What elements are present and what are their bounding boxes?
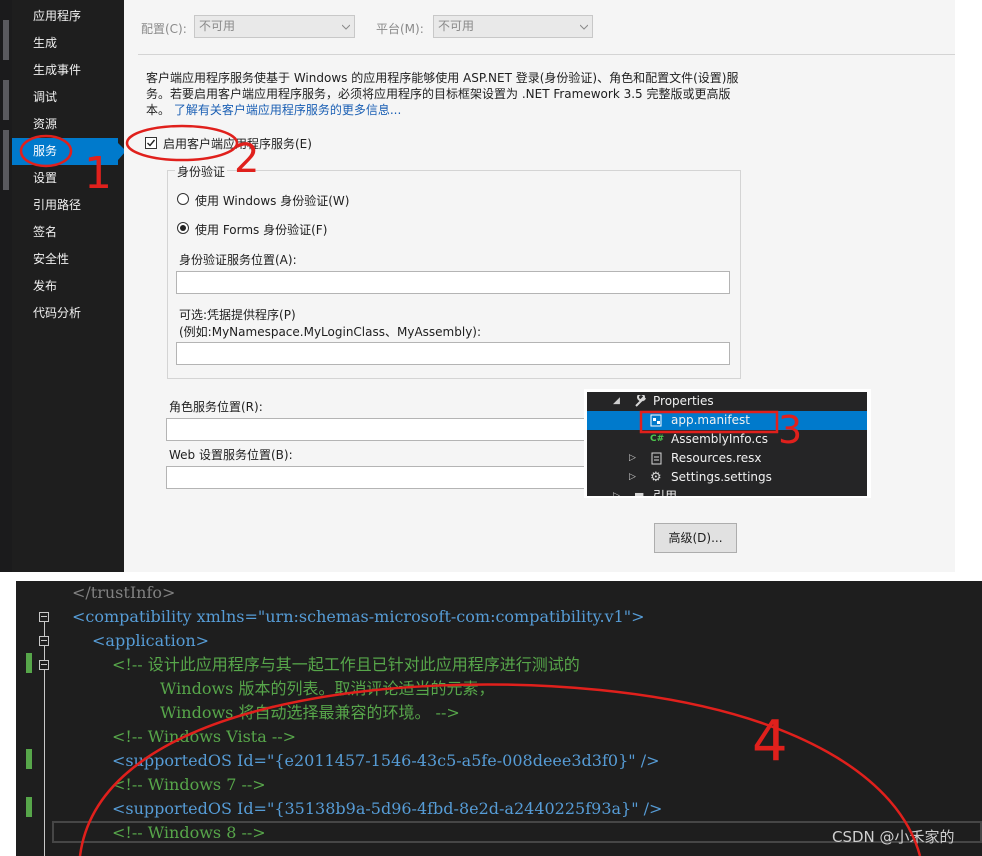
config-combo[interactable]: 不可用: [194, 15, 355, 38]
platform-combo[interactable]: 不可用: [433, 15, 593, 38]
advanced-button[interactable]: 高级(D)...: [654, 523, 737, 553]
code-token: <!-- Windows Vista -->: [112, 727, 297, 746]
code-line: <supportedOS Id="{e2011457-1546-43c5-a5f…: [112, 749, 660, 773]
manifest-icon: [650, 414, 662, 427]
collapsed-arrow-icon: ▷: [613, 491, 620, 496]
code-line: <!-- 设计此应用程序与其一起工作且已针对此应用程序进行测试的: [112, 653, 580, 677]
tree-label: app.manifest: [671, 413, 750, 427]
code-line: <supportedOS Id="{35138b9a-5d96-4fbd-8e2…: [112, 797, 662, 821]
learn-more-link[interactable]: 了解有关客户端应用程序服务的更多信息...: [174, 103, 401, 117]
nav-item-build-events[interactable]: 生成事件: [12, 57, 124, 84]
code-line: <!-- Windows 7 -->: [112, 773, 266, 797]
nav-item-services[interactable]: 服务: [12, 138, 126, 165]
code-token: <supportedOS Id="{35138b9a-5d96-4fbd-8e2…: [112, 799, 663, 818]
code-line: <application>: [92, 629, 209, 653]
forms-auth-label: 使用 Forms 身份验证(F): [195, 223, 328, 237]
role-service-location-input[interactable]: [166, 418, 636, 441]
optional-provider-input[interactable]: [176, 342, 730, 365]
code-token: <application>: [92, 631, 210, 650]
forms-auth-radio[interactable]: [177, 222, 189, 234]
nav-item-signing[interactable]: 签名: [12, 219, 124, 246]
optional-provider-label: 可选:凭据提供程序(P): [179, 308, 296, 322]
collapse-icon[interactable]: [39, 612, 49, 622]
nav-item-build[interactable]: 生成: [12, 30, 124, 57]
chevron-down-icon: [342, 24, 350, 30]
code-token: <supportedOS Id="{e2011457-1546-43c5-a5f…: [112, 751, 660, 770]
code-line: <!-- Windows Vista -->: [112, 725, 296, 749]
web-settings-location-label: Web 设置服务位置(B):: [169, 448, 293, 462]
code-editor[interactable]: </trustInfo> <compatibility xmlns="urn:s…: [16, 581, 982, 856]
enable-client-services-label: 启用客户端应用程序服务(E): [163, 137, 312, 151]
platform-value: 不可用: [438, 19, 475, 33]
code-token: <!-- Windows 7 -->: [112, 775, 266, 794]
nav-item-publish[interactable]: 发布: [12, 273, 124, 300]
nav-item-code-analysis[interactable]: 代码分析: [12, 300, 124, 327]
collapse-icon[interactable]: [39, 660, 49, 670]
nav-item-security[interactable]: 安全性: [12, 246, 124, 273]
web-settings-location-input[interactable]: [166, 466, 636, 489]
gear-icon: ⚙: [650, 470, 662, 485]
tree-label: Settings.settings: [671, 470, 772, 484]
resx-file-icon: [651, 452, 662, 465]
optional-provider-example: (例如:MyNamespace.MyLoginClass、MyAssembly)…: [179, 325, 482, 339]
nav-item-reference-paths[interactable]: 引用路径: [12, 192, 124, 219]
auth-service-location-label: 身份验证服务位置(A):: [179, 253, 297, 267]
tree-item-references[interactable]: ▷ ■ 引用: [587, 487, 867, 496]
expanded-arrow-icon: ◢: [613, 396, 620, 406]
config-value: 不可用: [199, 19, 236, 33]
tree-label: AssemblyInfo.cs: [671, 432, 769, 446]
nav-item-resources[interactable]: 资源: [12, 111, 124, 138]
code-line: </trustInfo>: [72, 581, 175, 605]
code-token: Windows 将自动选择最兼容的环境。 -->: [160, 703, 460, 722]
code-token: <!-- Windows 8 -->: [112, 823, 266, 842]
wrench-icon: [635, 395, 646, 407]
fold-margin: [38, 581, 62, 856]
code-token: <compatibility xmlns="urn:schemas-micros…: [72, 607, 645, 626]
change-gutter: [16, 581, 38, 856]
config-label: 配置(C):: [141, 22, 187, 36]
services-description: 客户端应用程序服务使基于 Windows 的应用程序能够使用 ASP.NET 登…: [146, 70, 746, 118]
separator: [138, 54, 955, 55]
tree-item-assemblyinfo[interactable]: C# AssemblyInfo.cs: [587, 430, 867, 449]
code-line: <compatibility xmlns="urn:schemas-micros…: [72, 605, 645, 629]
tree-item-resources[interactable]: ▷ Resources.resx: [587, 449, 867, 468]
nav-item-debug[interactable]: 调试: [12, 84, 124, 111]
watermark: CSDN @小禾家的: [832, 828, 955, 846]
auth-group-title: 身份验证: [175, 163, 228, 180]
tree-item-app-manifest[interactable]: app.manifest: [587, 411, 867, 430]
collapsed-arrow-icon: ▷: [629, 453, 636, 463]
nav-item-application[interactable]: 应用程序: [12, 3, 124, 30]
tree-label: Properties: [653, 394, 714, 408]
solution-explorer-inset: ◢ Properties app.manifest C# AssemblyInf…: [584, 389, 871, 498]
csharp-file-icon: C#: [650, 434, 665, 444]
tree-item-properties[interactable]: ◢ Properties: [587, 392, 867, 411]
code-token: <!-- 设计此应用程序与其一起工作且已针对此应用程序进行测试的: [112, 655, 580, 674]
code-token: Windows 版本的列表。取消评论适当的元素，: [160, 679, 495, 698]
chevron-down-icon: [580, 24, 588, 30]
references-icon: ■: [634, 490, 647, 496]
code-line: Windows 将自动选择最兼容的环境。 -->: [160, 701, 460, 725]
collapse-icon[interactable]: [39, 636, 49, 646]
property-pages-nav: 应用程序 生成 生成事件 调试 资源 服务 设置 引用路径 签名 安全性 发布 …: [12, 0, 126, 572]
checkmark-icon: [147, 139, 156, 147]
platform-label: 平台(M):: [376, 22, 424, 36]
windows-auth-radio[interactable]: [177, 193, 189, 205]
collapsed-arrow-icon: ▷: [629, 472, 636, 482]
windows-auth-label: 使用 Windows 身份验证(W): [195, 194, 350, 208]
code-line: <!-- Windows 8 -->: [112, 821, 266, 845]
code-line: Windows 版本的列表。取消评论适当的元素，: [160, 677, 494, 701]
enable-client-services-checkbox[interactable]: [145, 137, 157, 149]
tree-label: Resources.resx: [671, 451, 762, 465]
role-service-location-label: 角色服务位置(R):: [169, 400, 263, 414]
auth-service-location-input[interactable]: [176, 271, 730, 294]
tree-label: 引用: [653, 489, 678, 496]
window-edge-strip: [0, 0, 12, 572]
code-token: </trustInfo>: [72, 583, 176, 602]
tree-item-settings[interactable]: ▷ ⚙ Settings.settings: [587, 468, 867, 487]
nav-item-settings[interactable]: 设置: [12, 165, 124, 192]
